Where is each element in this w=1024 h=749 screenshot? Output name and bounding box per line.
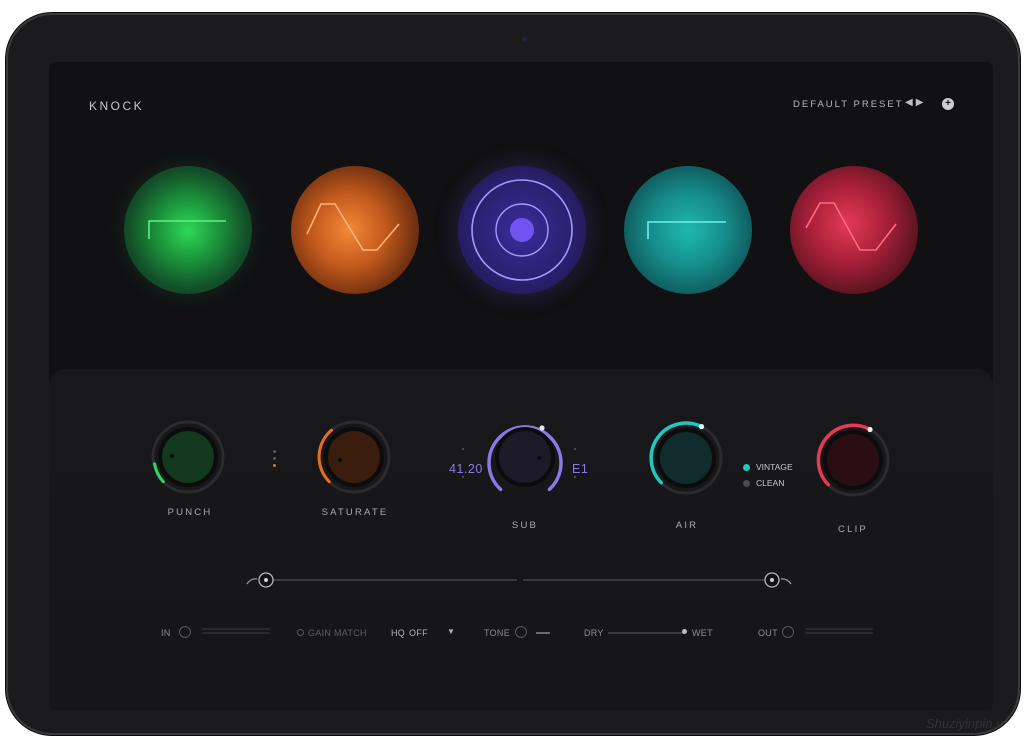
plugin-window: KNOCK DEFAULT PRESET ◀ ▶ + PUNCH SATURAT… [49,62,993,710]
air-label: AIR [675,520,699,531]
output-label: OUT [758,628,778,638]
vintage-option[interactable]: VINTAGE [743,462,793,472]
clip-knob[interactable] [815,422,891,498]
preset-name[interactable]: DEFAULT PRESET [793,99,904,110]
vintage-label: VINTAGE [756,462,793,472]
gain-match-toggle-icon[interactable] [297,629,304,636]
tone-indicator [536,632,550,634]
next-preset-icon[interactable]: ▶ [916,97,924,109]
gain-match-label[interactable]: GAIN MATCH [308,628,367,638]
clean-radio-icon [743,479,750,487]
output-gain-knob[interactable] [782,626,794,638]
orb-clip-red[interactable] [790,166,918,294]
saturate-knob[interactable] [316,419,392,495]
hq-label: HQ [391,628,406,638]
wet-label: WET [692,628,713,638]
concentric-circles-icon [471,179,573,281]
clip-label: CLIP [838,524,868,535]
hq-dropdown-icon[interactable]: ▼ [447,627,455,636]
trapezoid-wave-icon [805,202,897,251]
prev-preset-icon[interactable]: ◀ [905,97,913,109]
dry-label: DRY [584,628,604,638]
trapezoid-wave-icon [306,203,400,251]
sub-label: SUB [511,520,539,531]
air-knob[interactable] [648,420,724,496]
preset-navigation: ◀ ▶ [905,97,923,109]
orb-air-teal[interactable] [624,166,752,294]
input-gain-knob[interactable] [179,626,191,638]
watermark: Shuziyinpin.v [926,716,1003,731]
dry-wet-handle[interactable] [682,629,687,634]
add-preset-icon[interactable]: + [942,98,954,110]
square-step-icon [647,221,726,239]
vintage-radio-icon [743,463,750,471]
orb-punch-green[interactable] [124,166,252,294]
tone-knob[interactable] [515,626,527,638]
input-label: IN [161,628,171,638]
camera-dot [522,37,527,42]
output-meter [805,628,873,635]
clean-option[interactable]: CLEAN [743,478,784,488]
square-step-icon [148,220,226,239]
orb-sub-purple[interactable] [458,166,586,294]
tone-label: TONE [484,628,511,638]
orb-saturate-orange[interactable] [291,166,419,294]
tablet-frame: KNOCK DEFAULT PRESET ◀ ▶ + PUNCH SATURAT… [6,13,1020,735]
range-slider[interactable] [245,569,797,593]
app-title: KNOCK [89,99,145,113]
punch-label: PUNCH [167,507,213,518]
input-meter [202,628,270,635]
hq-value[interactable]: OFF [409,628,428,638]
sub-knob[interactable] [486,418,564,496]
dry-wet-slider[interactable] [608,632,686,634]
clean-label: CLEAN [756,478,785,488]
more-options-icon[interactable] [273,450,277,471]
saturate-label: SATURATE [321,507,389,518]
